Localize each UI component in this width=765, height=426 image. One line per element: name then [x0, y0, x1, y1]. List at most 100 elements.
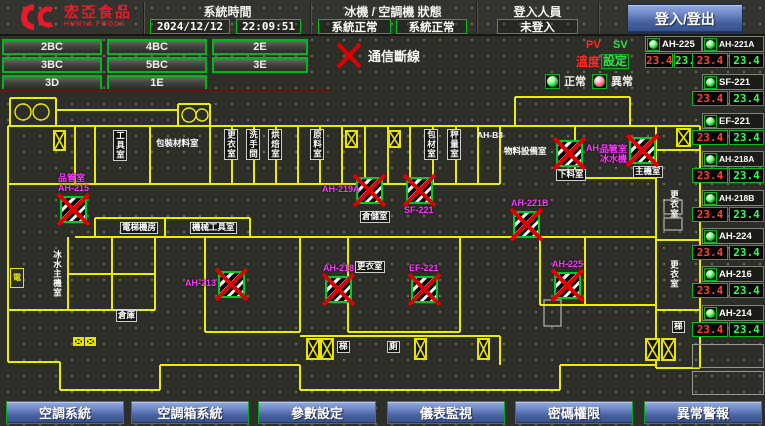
login-user-value: 未登入: [497, 19, 578, 34]
red-x-icon: [404, 175, 438, 209]
unit-AH-221A[interactable]: AH-221A: [702, 36, 764, 52]
nav-button-密碼權限[interactable]: 密碼權限: [515, 401, 633, 424]
comm-loss-marker-AH-221B[interactable]: [513, 211, 540, 238]
room-label-倉儲室: 倉儲室: [360, 211, 390, 223]
logo-subtext: HUNYA FOODS: [64, 21, 132, 29]
status-section-label: 冰機 / 空調機 狀態: [313, 3, 473, 20]
comm-loss-legend: 通信斷線: [336, 42, 420, 69]
red-x-icon: [552, 270, 586, 304]
unit-led-icon: [704, 268, 717, 281]
spare-slot: [692, 344, 764, 368]
unit-pv-value: 23.4: [692, 207, 728, 222]
comm-loss-marker-AH-213[interactable]: [218, 271, 245, 298]
system-time-value: 22:09:51: [236, 19, 301, 34]
floor-button-2E[interactable]: 2E: [212, 39, 308, 55]
floor-button-4BC[interactable]: 4BC: [107, 39, 207, 55]
unit-name-label: AH-225: [662, 39, 695, 50]
nav-button-參數設定[interactable]: 參數設定: [258, 401, 376, 424]
unit-name-label: SF-221: [719, 77, 750, 88]
abnormal-label: 異常: [611, 73, 633, 89]
abnormal-legend: 異常: [592, 73, 633, 89]
logo-icon: [8, 2, 60, 32]
room-label-AH-B3: AH-B3: [477, 131, 503, 141]
temp-set-control[interactable]: 溫度 設定: [576, 53, 629, 70]
room-label-物料設備室: 物料設備室: [504, 147, 547, 157]
unit-pv-value: 23.4: [692, 245, 728, 260]
nav-button-空調箱系統[interactable]: 空調箱系統: [131, 401, 249, 424]
floor-button-2BC[interactable]: 2BC: [2, 39, 102, 55]
marker-label: AH-221B: [511, 199, 549, 209]
normal-legend: 正常: [545, 73, 586, 89]
elevator-box: 電: [10, 268, 24, 288]
floor-button-5BC[interactable]: 5BC: [107, 57, 207, 73]
nav-button-異常警報[interactable]: 異常警報: [644, 401, 762, 424]
set-button[interactable]: 設定: [601, 54, 629, 69]
room-label-梯: 梯: [672, 321, 685, 333]
red-x-icon: [627, 135, 661, 169]
header-divider: [310, 2, 312, 34]
stair-shaft-icon: [388, 130, 401, 148]
unit-AH-218B[interactable]: AH-218B: [702, 190, 764, 206]
unit-sv-value: 23.4: [729, 130, 764, 145]
unit-pv-value: 23.4: [692, 130, 728, 145]
unit-AH-218A[interactable]: AH-218A: [702, 151, 764, 167]
comm-loss-marker-SF-221[interactable]: [406, 177, 433, 204]
room-label-烘焙室: 烘焙室: [268, 129, 282, 160]
normal-led-icon: [545, 74, 560, 89]
nav-button-儀表監視[interactable]: 儀表監視: [387, 401, 505, 424]
room-label-秤量室: 秤量室: [447, 129, 461, 160]
unit-SF-221[interactable]: SF-221: [702, 74, 764, 90]
comm-loss-marker-EF-221[interactable]: [411, 276, 438, 303]
unit-pv-value: 23.4: [692, 168, 728, 183]
unit-pv-value: 23.4: [692, 283, 728, 298]
comm-loss-marker-品管室-冰水機[interactable]: [629, 137, 656, 164]
unit-sv-value: 23.4: [729, 245, 764, 260]
unit-name-label: AH-218A: [719, 154, 754, 164]
room-label-機械工具室: 機械工具室: [190, 222, 237, 234]
logo-text: 宏亞食品: [64, 5, 132, 21]
room-label-廁: 廁: [387, 341, 400, 353]
stair-shaft-icon: [85, 337, 96, 346]
comm-loss-icon: [336, 42, 362, 69]
floor-button-3BC[interactable]: 3BC: [2, 57, 102, 73]
unit-EF-221[interactable]: EF-221: [702, 113, 764, 129]
login-logout-button[interactable]: 登入/登出: [627, 4, 743, 33]
nav-button-空調系統[interactable]: 空調系統: [6, 401, 124, 424]
room-label-更衣室: 更衣室: [224, 129, 238, 160]
comm-loss-marker-AH-214[interactable]: [556, 140, 583, 167]
header-bar: 宏亞食品 HUNYA FOODS 系統時間 2024/12/12 22:09:5…: [0, 0, 765, 36]
marker-label: AH-213: [184, 279, 216, 289]
normal-label: 正常: [564, 73, 586, 89]
unit-AH-225[interactable]: AH-225: [645, 36, 702, 52]
unit-AH-214[interactable]: AH-214: [702, 305, 764, 321]
marker-label: AH-219A: [322, 185, 354, 195]
stair-shaft-icon: [477, 338, 490, 360]
red-x-icon: [554, 138, 588, 172]
spare-slot: [692, 371, 764, 395]
marker-label: EF-221: [409, 264, 439, 274]
red-x-icon: [409, 274, 443, 308]
header-divider: [143, 2, 145, 34]
unit-AH-224[interactable]: AH-224: [702, 228, 764, 244]
comm-loss-marker-AH-219A[interactable]: [356, 177, 383, 204]
marker-label: AH-225: [552, 260, 583, 270]
unit-name-label: AH-218B: [719, 193, 754, 203]
comm-loss-label: 通信斷線: [368, 46, 420, 65]
unit-AH-216[interactable]: AH-216: [702, 266, 764, 282]
header-divider: [476, 2, 478, 34]
marker-label: SF-221: [404, 206, 434, 216]
unit-led-icon: [704, 115, 717, 128]
marker-label: AH-218: [323, 264, 354, 274]
stair-shaft-icon: [73, 337, 84, 346]
comm-loss-marker-AH-218[interactable]: [325, 276, 352, 303]
unit-sv-value: 23.4: [729, 207, 764, 222]
floor-button-3E[interactable]: 3E: [212, 57, 308, 73]
unit-led-icon: [704, 76, 717, 89]
unit-pv-value: 23.4: [645, 53, 673, 68]
red-x-icon: [511, 209, 545, 243]
comm-loss-marker-品管室-AH-215[interactable]: [60, 196, 87, 223]
comm-loss-marker-AH-225[interactable]: [554, 272, 581, 299]
room-label-包材室: 包材室: [424, 129, 438, 160]
unit-name-label: AH-224: [719, 231, 752, 242]
unit-name-label: AH-214: [719, 308, 752, 319]
